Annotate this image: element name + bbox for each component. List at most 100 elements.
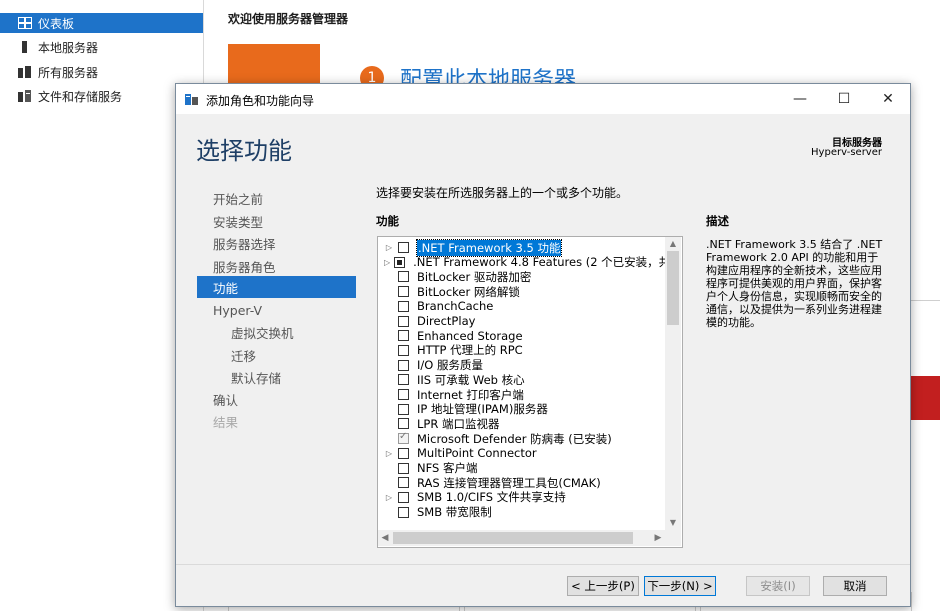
wizard-app-icon xyxy=(185,93,199,105)
feature-checkbox[interactable] xyxy=(398,389,409,400)
description-header: 描述 xyxy=(706,214,729,228)
feature-label[interactable]: SMB 带宽限制 xyxy=(417,504,492,520)
feature-label[interactable]: SMB 1.0/CIFS 文件共享支持 xyxy=(417,489,566,505)
window-title: 添加角色和功能向导 xyxy=(206,94,315,108)
feature-checkbox[interactable] xyxy=(398,418,409,430)
feature-row[interactable]: IP 地址管理(IPAM)服务器 xyxy=(378,402,664,417)
feature-label[interactable]: LPR 端口监视器 xyxy=(417,416,500,432)
feature-row[interactable]: ▷ MultiPoint Connector xyxy=(378,446,664,461)
feature-row[interactable]: NFS 客户端 xyxy=(378,461,664,476)
step-installation-type[interactable]: 安装类型 xyxy=(197,210,356,232)
server-icon xyxy=(18,41,32,53)
feature-row[interactable]: DirectPlay xyxy=(378,314,664,329)
expand-arrow-icon[interactable]: ▷ xyxy=(384,258,390,267)
close-icon: ✕ xyxy=(882,91,894,107)
scroll-left-icon[interactable]: ◀ xyxy=(378,530,392,546)
previous-button[interactable]: < 上一步(P) xyxy=(567,576,639,596)
feature-label[interactable]: DirectPlay xyxy=(417,314,475,328)
server-manager-sidebar: 仪表板 本地服务器 所有服务器 文件和存储服务 xyxy=(0,0,204,611)
feature-label[interactable]: MultiPoint Connector xyxy=(417,446,537,460)
scroll-right-icon[interactable]: ▶ xyxy=(651,530,665,546)
feature-label[interactable]: HTTP 代理上的 RPC xyxy=(417,342,523,358)
feature-row[interactable]: BranchCache xyxy=(378,299,664,314)
feature-row[interactable]: LPR 端口监视器 xyxy=(378,416,664,431)
feature-label[interactable]: RAS 连接管理器管理工具包(CMAK) xyxy=(417,475,601,491)
feature-checkbox[interactable] xyxy=(398,315,409,327)
step-server-roles[interactable]: 服务器角色 xyxy=(197,255,356,277)
feature-checkbox[interactable] xyxy=(398,242,409,253)
feature-checkbox[interactable] xyxy=(398,330,409,342)
feature-checkbox[interactable] xyxy=(398,477,409,489)
step-server-selection[interactable]: 服务器选择 xyxy=(197,232,356,254)
scroll-thumb[interactable] xyxy=(667,251,679,325)
feature-label[interactable]: I/O 服务质量 xyxy=(417,357,483,373)
expand-arrow-icon[interactable]: ▷ xyxy=(384,493,394,502)
step-confirmation[interactable]: 确认 xyxy=(197,388,356,410)
feature-row[interactable]: HTTP 代理上的 RPC xyxy=(378,343,664,358)
feature-row[interactable]: BitLocker 网络解锁 xyxy=(378,284,664,299)
feature-checkbox[interactable] xyxy=(398,403,409,415)
scroll-up-icon[interactable]: ▲ xyxy=(665,237,681,251)
feature-checkbox[interactable] xyxy=(398,374,409,386)
expand-arrow-icon[interactable]: ▷ xyxy=(384,449,394,458)
cancel-button[interactable]: 取消 xyxy=(823,576,887,596)
step-hyper-v[interactable]: Hyper-V xyxy=(197,299,356,321)
feature-label[interactable]: NFS 客户端 xyxy=(417,460,477,476)
feature-checkbox[interactable] xyxy=(398,300,409,312)
feature-label[interactable]: BranchCache xyxy=(417,299,493,313)
feature-row[interactable]: ▷ .NET Framework 4.8 Features (2 个已安装，共 7 xyxy=(378,255,681,270)
feature-row[interactable]: I/O 服务质量 xyxy=(378,358,664,373)
feature-row[interactable]: ▷ .NET Framework 3.5 功能 xyxy=(378,238,664,257)
step-migration[interactable]: 迁移 xyxy=(197,344,356,366)
feature-checkbox[interactable] xyxy=(398,359,409,371)
expand-arrow-icon[interactable]: ▷ xyxy=(384,243,394,252)
feature-checkbox[interactable] xyxy=(398,447,409,459)
footer-divider xyxy=(176,564,910,565)
feature-checkbox[interactable] xyxy=(398,462,409,474)
feature-row[interactable]: SMB 带宽限制 xyxy=(378,505,664,520)
vertical-scrollbar[interactable]: ▲ ▼ xyxy=(665,237,681,530)
feature-label[interactable]: BitLocker 网络解锁 xyxy=(417,284,520,300)
maximize-button[interactable]: ☐ xyxy=(822,84,866,114)
sidebar-item-dashboard[interactable]: 仪表板 xyxy=(0,13,203,33)
step-virtual-switches[interactable]: 虚拟交换机 xyxy=(197,321,356,343)
sidebar-item-file-storage[interactable]: 文件和存储服务 xyxy=(0,86,203,106)
feature-row[interactable]: Enhanced Storage xyxy=(378,328,664,343)
feature-row[interactable]: ▷ SMB 1.0/CIFS 文件共享支持 xyxy=(378,490,664,505)
horizontal-scrollbar[interactable]: ◀ ▶ xyxy=(378,530,665,546)
feature-checkbox[interactable] xyxy=(398,286,409,298)
step-before-you-begin[interactable]: 开始之前 xyxy=(197,187,356,209)
minimize-button[interactable]: — xyxy=(778,84,822,114)
feature-row[interactable]: BitLocker 驱动器加密 xyxy=(378,269,664,284)
feature-tree-list[interactable]: ▷ .NET Framework 3.5 功能 ▷ .NET Framework 4.… xyxy=(377,236,683,548)
feature-label[interactable]: Enhanced Storage xyxy=(417,329,523,343)
step-features[interactable]: 功能 xyxy=(197,276,356,298)
sidebar-item-all-servers[interactable]: 所有服务器 xyxy=(0,62,203,82)
title-bar[interactable]: 添加角色和功能向导 — ☐ ✕ xyxy=(176,84,910,114)
feature-label[interactable]: BitLocker 驱动器加密 xyxy=(417,269,531,285)
next-button[interactable]: 下一步(N) > xyxy=(644,576,716,596)
feature-row[interactable]: RAS 连接管理器管理工具包(CMAK) xyxy=(378,475,664,490)
feature-checkbox[interactable] xyxy=(398,344,409,356)
feature-checkbox[interactable] xyxy=(398,271,409,283)
feature-label[interactable]: .NET Framework 3.5 功能 xyxy=(415,238,563,257)
feature-label[interactable]: IIS 可承载 Web 核心 xyxy=(417,372,525,388)
step-default-stores[interactable]: 默认存储 xyxy=(197,366,356,388)
feature-checkbox[interactable] xyxy=(398,506,409,518)
scroll-down-icon[interactable]: ▼ xyxy=(665,516,681,530)
feature-row[interactable]: IIS 可承载 Web 核心 xyxy=(378,372,664,387)
close-button[interactable]: ✕ xyxy=(866,84,910,114)
feature-label[interactable]: IP 地址管理(IPAM)服务器 xyxy=(417,401,548,417)
feature-label[interactable]: Internet 打印客户端 xyxy=(417,387,524,403)
scroll-corner xyxy=(665,530,681,546)
feature-checkbox[interactable] xyxy=(398,491,409,503)
scroll-thumb-horizontal[interactable] xyxy=(393,532,633,544)
feature-row[interactable]: Internet 打印客户端 xyxy=(378,387,664,402)
feature-row[interactable]: Microsoft Defender 防病毒 (已安装) xyxy=(378,431,664,446)
feature-checkbox[interactable] xyxy=(394,256,406,268)
feature-label[interactable]: .NET Framework 4.8 Features (2 个已安装，共 7 xyxy=(413,254,681,270)
instruction-text: 选择要安装在所选服务器上的一个或多个功能。 xyxy=(376,186,629,200)
sidebar-item-label: 文件和存储服务 xyxy=(38,89,123,104)
sidebar-item-local-server[interactable]: 本地服务器 xyxy=(0,37,203,57)
feature-label[interactable]: Microsoft Defender 防病毒 (已安装) xyxy=(417,431,612,447)
